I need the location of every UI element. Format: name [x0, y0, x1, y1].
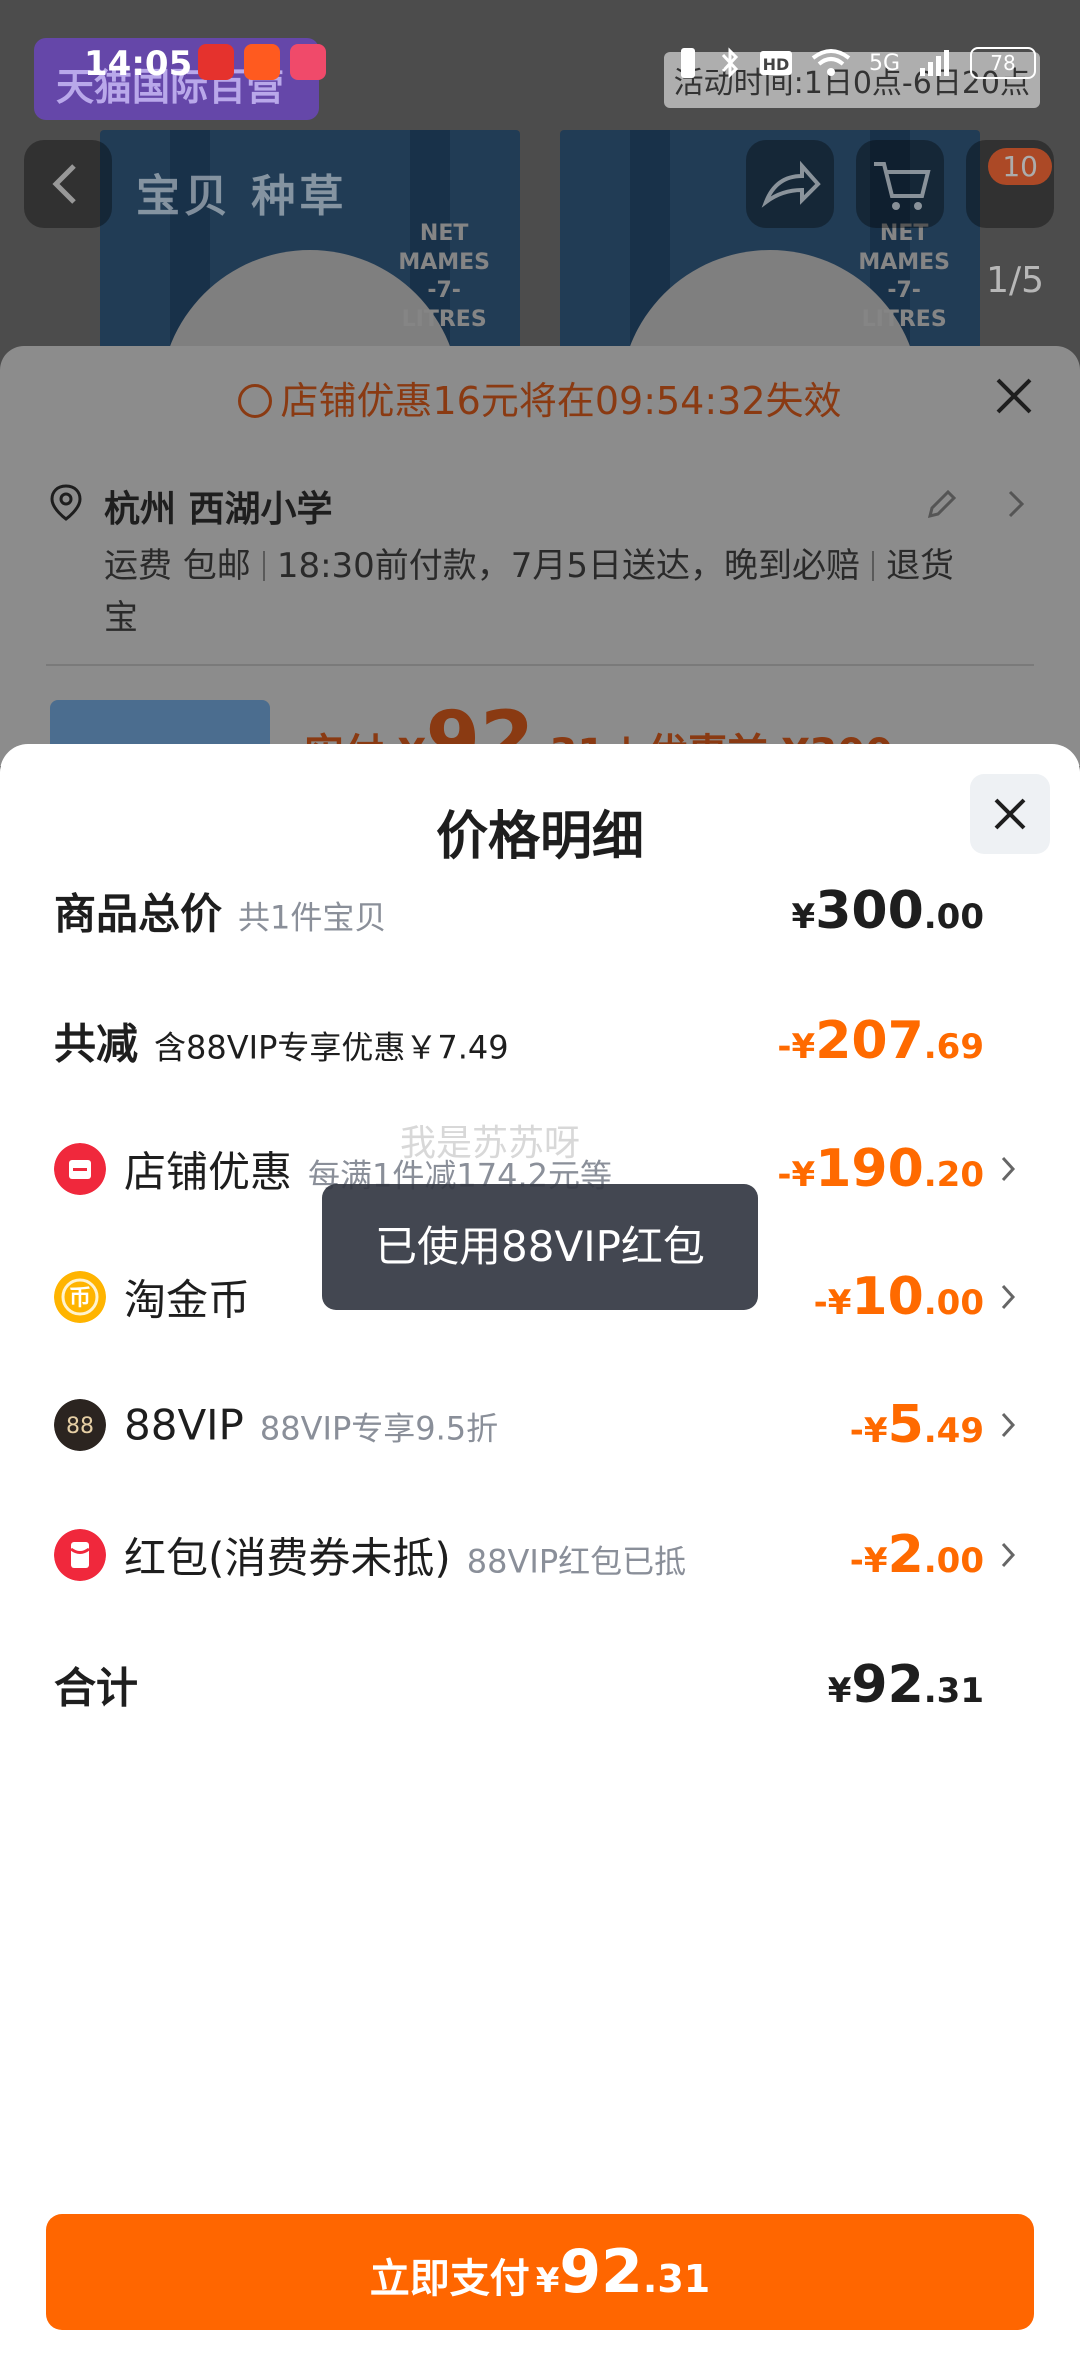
bluetooth-icon	[721, 47, 739, 79]
row-label: 红包(消费券未抵) 88VIP红包已抵	[124, 1533, 687, 1583]
sheet-title: 价格明细	[435, 807, 644, 867]
back-button[interactable]	[24, 140, 112, 228]
status-time: 14:05	[84, 44, 193, 84]
row-label: 淘金币	[124, 1275, 251, 1325]
row-amount: -¥10.00	[813, 1267, 984, 1327]
image-counter: 1/5	[986, 260, 1044, 301]
row-total-goods: 商品总价 共1件宝贝 ¥300.00	[0, 866, 1080, 956]
delivery-info: 运费 包邮 18:30前付款，7月5日送达，晚到必赔 退货宝	[104, 540, 964, 644]
close-icon	[994, 798, 1026, 830]
status-system-icons: HD 5G 78	[675, 46, 1036, 80]
88vip-icon: 88	[54, 1399, 106, 1451]
pay-button-int: 92	[559, 2237, 643, 2307]
chevron-right-icon	[1001, 1284, 1016, 1310]
wifi-icon	[811, 49, 851, 76]
delivery-promise: 18:30前付款，7月5日送达，晚到必赔	[276, 546, 861, 586]
shop-icon	[54, 1143, 106, 1195]
discount-countdown: 店铺优惠16元将在09:54:32失效	[0, 370, 1080, 425]
row-grand-total: 合计 ¥92.31	[0, 1640, 1080, 1730]
network-type: 5G	[868, 50, 900, 76]
close-icon	[996, 378, 1032, 414]
row-label: 共减 含88VIP专享优惠￥7.49	[54, 1019, 509, 1069]
price-detail-close-button[interactable]	[970, 774, 1050, 854]
pay-button-currency: ¥	[535, 2261, 560, 2301]
red-packet-icon	[54, 1529, 106, 1581]
order-sheet-close-button[interactable]	[984, 366, 1044, 426]
row-label: 合计	[54, 1663, 139, 1713]
row-label: 商品总价 共1件宝贝	[54, 889, 387, 939]
svg-text:币: 币	[69, 1286, 91, 1311]
divider	[262, 551, 265, 581]
battery-icon: 78	[970, 47, 1036, 79]
app-notification-icon	[290, 44, 326, 80]
chevron-right-icon[interactable]	[1000, 486, 1030, 522]
cart-count-badge: 10	[988, 148, 1052, 185]
edit-icon[interactable]	[924, 486, 960, 522]
row-amount: -¥2.00	[849, 1525, 984, 1585]
divider	[46, 664, 1034, 666]
coin-icon: 币	[54, 1271, 106, 1323]
chevron-left-icon	[52, 164, 76, 204]
row-sublabel: 共1件宝贝	[238, 898, 387, 937]
chevron-right-icon	[1001, 1412, 1016, 1438]
app-notification-icon	[244, 44, 280, 80]
location-pin-icon	[50, 484, 82, 521]
row-88vip[interactable]: 88 88VIP 88VIP专享9.5折 -¥5.49	[0, 1380, 1080, 1470]
shipping-fee: 运费 包邮	[104, 546, 251, 586]
row-total-discount: 共减 含88VIP专享优惠￥7.49 -¥207.69	[0, 996, 1080, 1086]
row-amount: -¥207.69	[777, 1011, 984, 1071]
vibrate-icon	[680, 48, 695, 78]
share-icon	[761, 160, 821, 208]
row-amount: -¥190.20	[777, 1139, 984, 1199]
row-sublabel: 含88VIP专享优惠￥7.49	[154, 1028, 509, 1067]
svg-text:88: 88	[66, 1414, 94, 1439]
watermark: 我是苏苏呀	[400, 1123, 581, 1164]
row-red-packet[interactable]: 红包(消费券未抵) 88VIP红包已抵 -¥2.00	[0, 1510, 1080, 1600]
pay-button-dec: .31	[642, 2257, 711, 2301]
chevron-right-icon	[1001, 1542, 1016, 1568]
pay-now-button[interactable]: 立即支付 ¥92.31	[46, 2214, 1034, 2330]
row-amount: ¥92.31	[827, 1655, 984, 1715]
chevron-right-icon	[1001, 1156, 1016, 1182]
clock-icon	[238, 384, 273, 418]
row-amount: -¥5.49	[849, 1395, 984, 1455]
pay-button-label: 立即支付	[369, 2256, 530, 2302]
status-bar: 14:05 HD 5G 78	[0, 0, 1080, 120]
price-detail-sheet: 价格明细 商品总价 共1件宝贝 ¥300.00 共减 含88VIP专享优惠￥7.49…	[0, 744, 1080, 2376]
row-sublabel: 88VIP红包已抵	[466, 1542, 687, 1581]
cart-button[interactable]	[856, 140, 944, 228]
toast-message: 已使用88VIP红包	[322, 1184, 758, 1310]
divider	[872, 551, 875, 581]
signal-icon	[920, 50, 949, 76]
row-label: 88VIP 88VIP专享9.5折	[124, 1400, 499, 1450]
status-app-icons	[198, 44, 326, 80]
row-sublabel: 88VIP专享9.5折	[259, 1409, 499, 1448]
row-amount: ¥300.00	[791, 881, 984, 941]
svg-text:HD: HD	[763, 55, 790, 74]
shipping-address[interactable]: 杭州 西湖小学	[104, 480, 333, 532]
app-notification-icon	[198, 44, 234, 80]
hd-icon: HD	[759, 51, 792, 75]
countdown-text: 店铺优惠16元将在09:54:32失效	[280, 379, 842, 423]
share-button[interactable]	[746, 140, 834, 228]
cart-icon	[874, 162, 931, 210]
page-tabs[interactable]: 宝贝 种草	[136, 160, 347, 224]
